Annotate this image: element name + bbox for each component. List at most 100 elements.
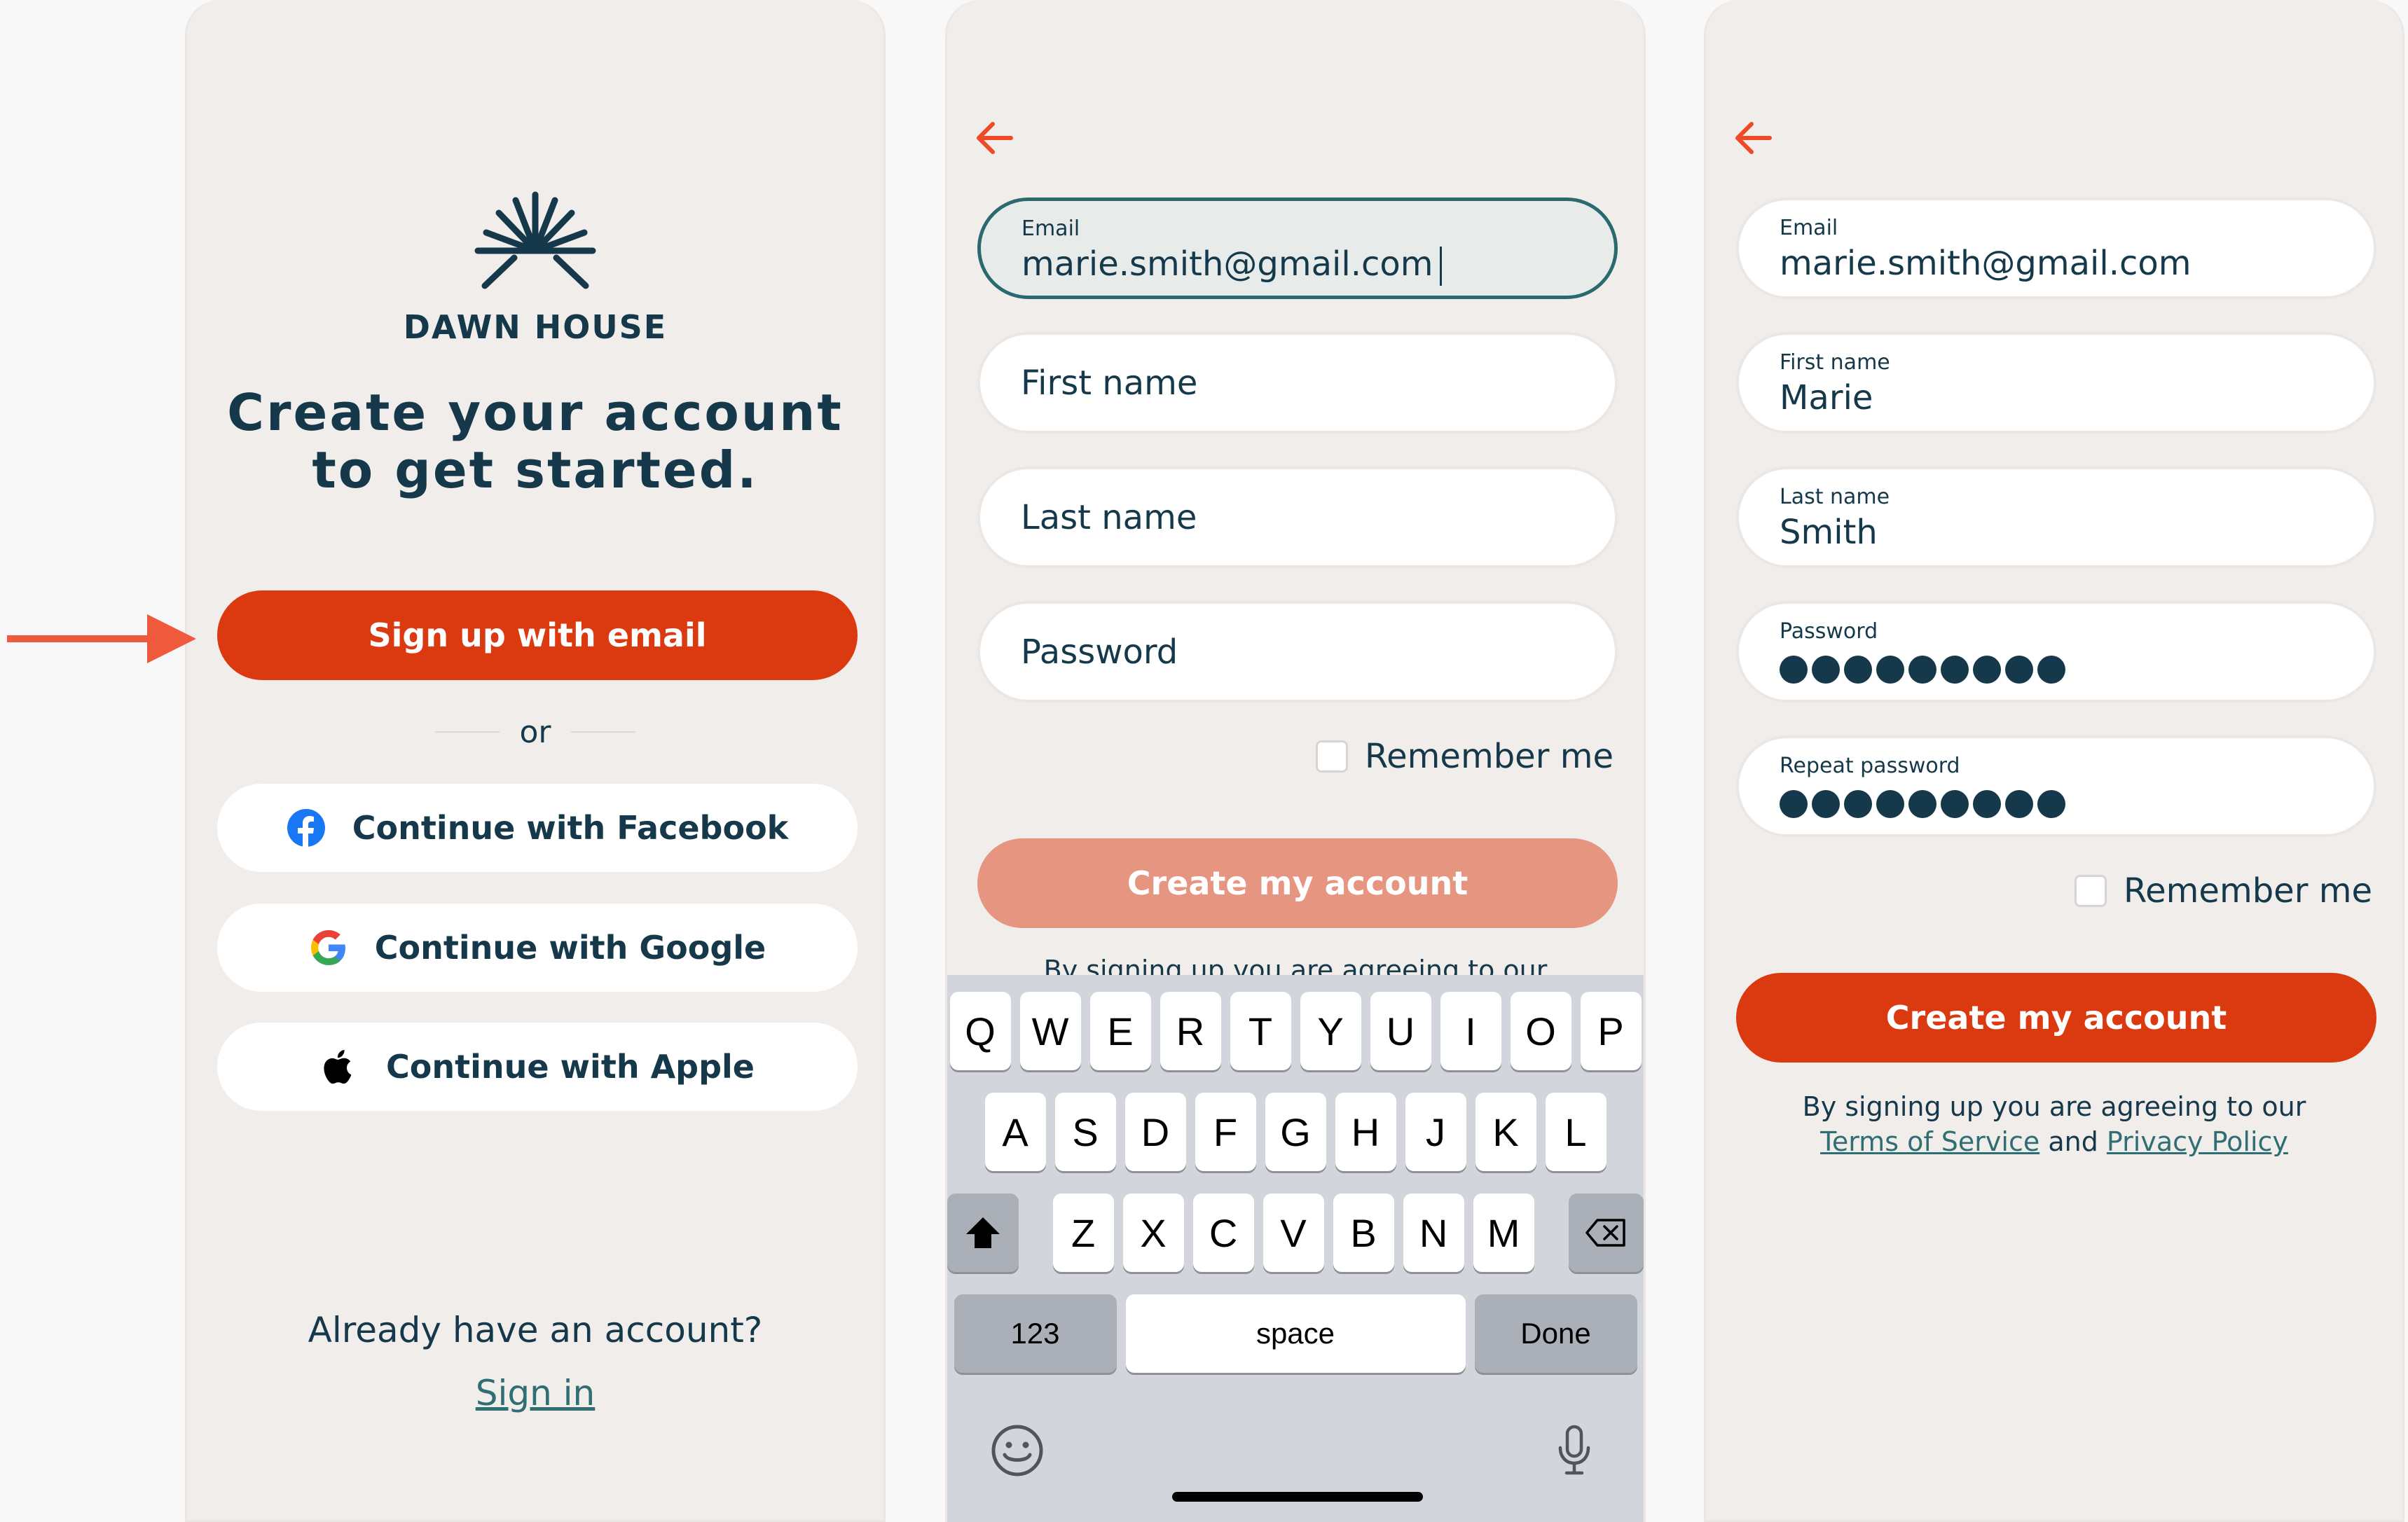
create-account-button[interactable]: Create my account bbox=[1736, 973, 2376, 1063]
key-e[interactable]: E bbox=[1089, 992, 1151, 1070]
sign-in-link[interactable]: Sign in bbox=[187, 1373, 883, 1413]
terms-of-service-link[interactable]: Terms of Service bbox=[1820, 1126, 2039, 1157]
email-value: marie.smith@gmail.com bbox=[1780, 244, 2192, 283]
done-key[interactable]: Done bbox=[1474, 1294, 1637, 1373]
key-d[interactable]: D bbox=[1124, 1093, 1186, 1171]
signup-form-filled-screen: Email marie.smith@gmail.com First name M… bbox=[1704, 0, 2404, 1522]
remember-me-label: Remember me bbox=[2123, 871, 2372, 911]
key-t[interactable]: T bbox=[1230, 992, 1291, 1070]
key-g[interactable]: G bbox=[1265, 1093, 1326, 1171]
checkbox-box[interactable] bbox=[1315, 740, 1348, 773]
apple-icon bbox=[320, 1047, 359, 1086]
terms-and-text: and bbox=[2048, 1126, 2098, 1157]
key-a[interactable]: A bbox=[984, 1093, 1046, 1171]
continue-with-apple-button[interactable]: Continue with Apple bbox=[217, 1023, 858, 1111]
keyboard-row-3: ZXCVBNM bbox=[947, 1194, 1644, 1272]
space-key[interactable]: space bbox=[1125, 1294, 1466, 1373]
password-field[interactable]: Password bbox=[977, 601, 1618, 703]
key-z[interactable]: Z bbox=[1052, 1194, 1114, 1272]
key-o[interactable]: O bbox=[1510, 992, 1571, 1070]
facebook-label: Continue with Facebook bbox=[352, 809, 789, 847]
remember-me-checkbox[interactable]: Remember me bbox=[1315, 735, 1614, 777]
first-name-field[interactable]: First name bbox=[977, 332, 1618, 434]
terms-line-2: Terms of Service and Privacy Policy bbox=[1706, 1124, 2402, 1159]
text-cursor bbox=[1440, 247, 1443, 286]
brand-name: DAWN HOUSE bbox=[403, 308, 668, 346]
dawn-house-logo-icon bbox=[187, 188, 883, 303]
already-have-account-text: Already have an account? bbox=[308, 1310, 763, 1350]
back-arrow-icon[interactable] bbox=[1731, 116, 1775, 163]
key-w[interactable]: W bbox=[1019, 992, 1081, 1070]
emoji-icon[interactable] bbox=[991, 1424, 1044, 1480]
terms-text: By signing up you are agreeing to our bbox=[1043, 955, 1548, 975]
password-field[interactable]: Password bbox=[1736, 601, 2376, 703]
key-u[interactable]: U bbox=[1370, 992, 1431, 1070]
google-label: Continue with Google bbox=[374, 929, 766, 967]
key-j[interactable]: J bbox=[1405, 1093, 1466, 1171]
keyboard-row-1: QWERTYUIOP bbox=[947, 992, 1644, 1070]
welcome-screen: DAWN HOUSE Create your account to get st… bbox=[185, 0, 886, 1522]
key-l[interactable]: L bbox=[1545, 1093, 1607, 1171]
terms-text: By signing up you are agreeing to our Te… bbox=[1706, 1089, 2402, 1159]
home-indicator bbox=[1172, 1492, 1423, 1502]
key-p[interactable]: P bbox=[1580, 992, 1642, 1070]
remember-me-checkbox[interactable]: Remember me bbox=[2074, 870, 2372, 912]
last-name-field[interactable]: Last name bbox=[977, 466, 1618, 568]
email-field[interactable]: Email marie.smith@gmail.com bbox=[977, 198, 1618, 299]
key-f[interactable]: F bbox=[1195, 1093, 1256, 1171]
back-arrow-icon[interactable] bbox=[972, 116, 1017, 163]
key-n[interactable]: N bbox=[1403, 1194, 1464, 1272]
sign-up-with-email-button[interactable]: Sign up with email bbox=[217, 590, 858, 680]
backspace-key[interactable] bbox=[1568, 1194, 1644, 1272]
key-m[interactable]: M bbox=[1473, 1194, 1534, 1272]
key-h[interactable]: H bbox=[1335, 1093, 1396, 1171]
shift-key[interactable] bbox=[947, 1194, 1019, 1272]
privacy-policy-link[interactable]: Privacy Policy bbox=[2107, 1126, 2288, 1157]
or-divider: or bbox=[187, 707, 883, 756]
create-account-button[interactable]: Create my account bbox=[977, 838, 1618, 928]
divider-line bbox=[435, 731, 500, 733]
keyboard-row-2: ASDFGHJKL bbox=[947, 1093, 1644, 1171]
remember-me-label: Remember me bbox=[1364, 737, 1614, 776]
last-name-placeholder: Last name bbox=[1021, 497, 1197, 537]
continue-with-google-button[interactable]: Continue with Google bbox=[217, 904, 858, 992]
first-name-field[interactable]: First name Marie bbox=[1736, 332, 2376, 434]
email-value: marie.smith@gmail.com bbox=[1021, 244, 1443, 286]
keyboard: QWERTYUIOP ASDFGHJKL ZXCVBNM 123 space D… bbox=[947, 975, 1644, 1522]
divider-line bbox=[570, 731, 635, 733]
key-s[interactable]: S bbox=[1054, 1093, 1116, 1171]
numbers-key[interactable]: 123 bbox=[954, 1294, 1117, 1373]
key-i[interactable]: I bbox=[1440, 992, 1501, 1070]
headline-line-1: Create your account bbox=[227, 383, 844, 442]
key-k[interactable]: K bbox=[1475, 1093, 1536, 1171]
key-c[interactable]: C bbox=[1192, 1194, 1254, 1272]
key-b[interactable]: B bbox=[1333, 1194, 1394, 1272]
signup-form-keyboard-screen: Email marie.smith@gmail.com First name L… bbox=[945, 0, 1646, 1522]
key-y[interactable]: Y bbox=[1300, 992, 1361, 1070]
google-icon bbox=[309, 928, 348, 967]
first-name-value: Marie bbox=[1780, 378, 1873, 417]
key-x[interactable]: X bbox=[1122, 1194, 1184, 1272]
apple-label: Continue with Apple bbox=[385, 1048, 755, 1086]
password-placeholder: Password bbox=[1021, 632, 1178, 672]
password-masked-value bbox=[1780, 656, 2065, 684]
key-v[interactable]: V bbox=[1263, 1194, 1324, 1272]
checkbox-box[interactable] bbox=[2074, 875, 2107, 907]
repeat-password-masked-value bbox=[1780, 790, 2065, 818]
or-text: or bbox=[519, 714, 551, 750]
pointer-arrow-icon bbox=[4, 611, 196, 670]
email-label: Email bbox=[1780, 216, 1838, 240]
repeat-password-field[interactable]: Repeat password bbox=[1736, 735, 2376, 837]
first-name-label: First name bbox=[1780, 350, 1890, 375]
continue-with-facebook-button[interactable]: Continue with Facebook bbox=[217, 784, 858, 872]
last-name-field[interactable]: Last name Smith bbox=[1736, 466, 2376, 568]
microphone-icon[interactable] bbox=[1557, 1424, 1592, 1480]
terms-line-1: By signing up you are agreeing to our bbox=[1802, 1091, 2306, 1122]
email-field[interactable]: Email marie.smith@gmail.com bbox=[1736, 198, 2376, 299]
first-name-placeholder: First name bbox=[1021, 363, 1198, 403]
key-r[interactable]: R bbox=[1160, 992, 1221, 1070]
password-label: Password bbox=[1780, 619, 1878, 644]
terms-text-clipped: By signing up you are agreeing to our bbox=[947, 953, 1644, 975]
last-name-value: Smith bbox=[1780, 513, 1878, 552]
key-q[interactable]: Q bbox=[949, 992, 1011, 1070]
